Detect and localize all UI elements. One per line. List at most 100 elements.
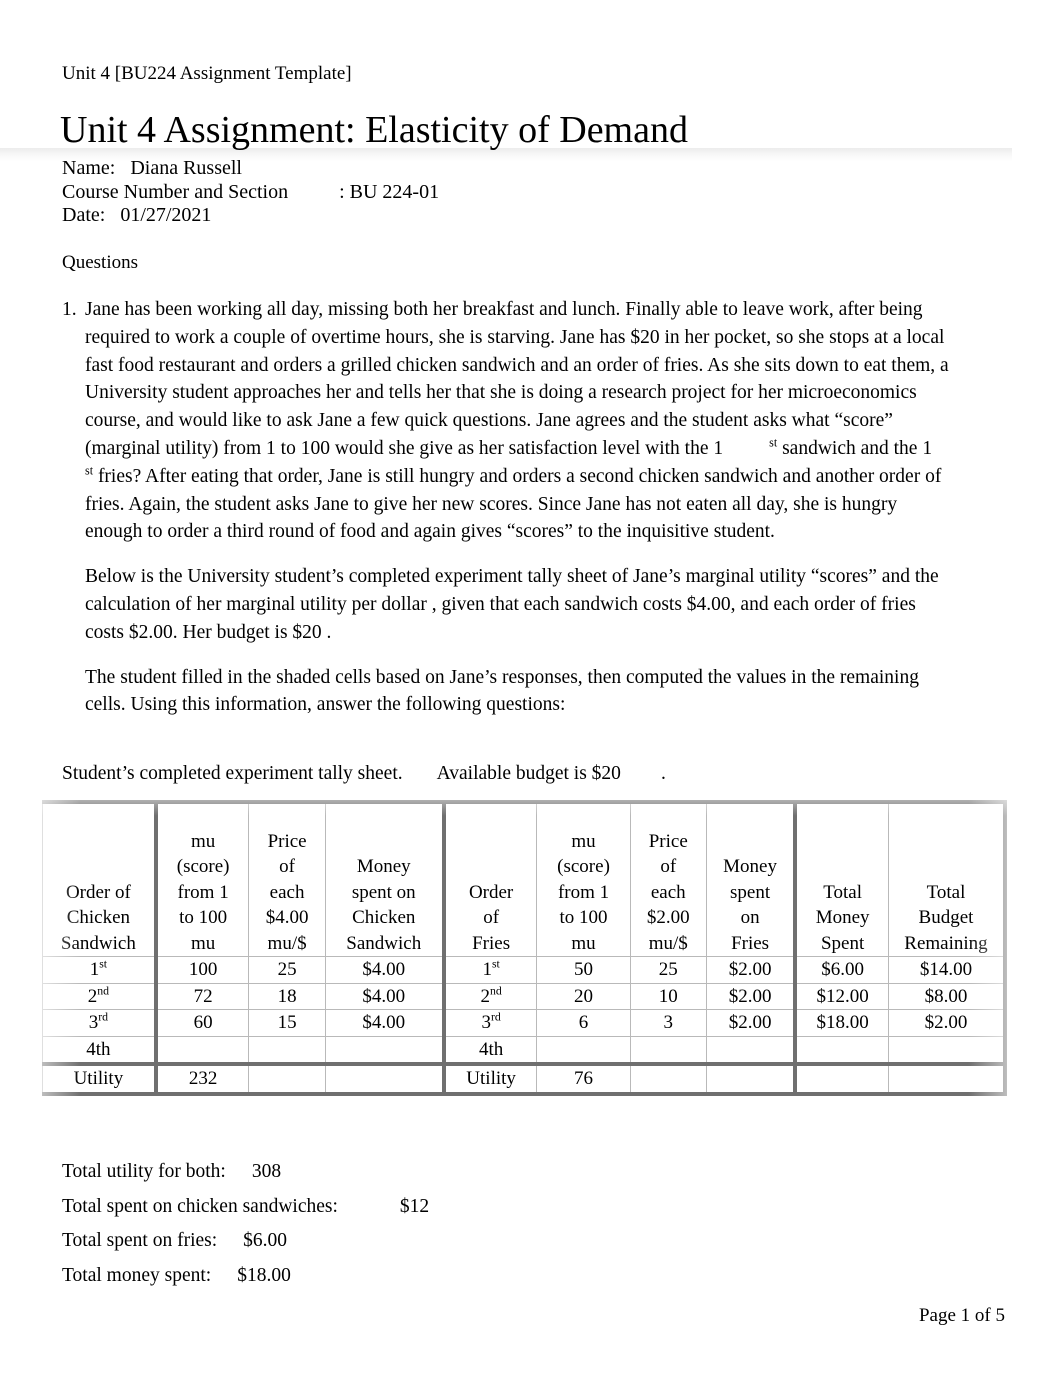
header-order-of-fries: Order of Fries (441, 800, 538, 957)
cell-utility-total-fries: 76 (536, 1062, 631, 1096)
page-title: Unit 4 Assignment: Elasticity of Demand (60, 109, 688, 151)
header-line: to 100 (559, 907, 608, 928)
totals-summary-block: Total utility for both: 308 Total spent o… (62, 1155, 429, 1293)
cell-mu-per-dollar-fries: 3 (629, 1009, 707, 1037)
header-line: Spent (820, 932, 865, 954)
document-page: Unit 4 [BU224 Assignment Template] Unit … (0, 0, 1062, 1377)
header-price-each-fries: Price of each $2.00 mu/$ (629, 800, 707, 957)
question-paragraph-1-part-a: Jane has been working all day, missing b… (85, 299, 949, 459)
header-line: spent on (351, 881, 416, 903)
cell-total-money-spent (793, 1035, 889, 1065)
header-mu-score-chicken: mu (score) from 1 to 100 mu (153, 800, 250, 957)
cell-money-spent-fries: $2.00 (705, 956, 796, 984)
cell-utility-total-chicken: 232 (153, 1062, 250, 1096)
order-ordinal-sup: nd (489, 984, 502, 998)
header-line: Total (926, 881, 966, 903)
header-line: Remaining (904, 932, 988, 954)
cell-order-chicken: 1st (41, 956, 157, 984)
cell-order-fries: 2nd (441, 982, 538, 1010)
date-label: Date: (62, 204, 106, 226)
header-line: Sandwich (60, 932, 136, 954)
header-line: spent (730, 881, 771, 903)
tally-sheet-caption: Student’s completed experiment tally she… (62, 763, 666, 785)
header-line: Order of (65, 881, 131, 903)
header-line: each (269, 881, 305, 903)
question-1-block: 1. Jane has been working all day, missin… (62, 296, 952, 736)
header-line: $2.00 (646, 907, 690, 928)
total-money-row: Total money spent: $18.00 (62, 1259, 429, 1294)
header-line: mu (190, 830, 216, 852)
header-line: Chicken (352, 907, 416, 928)
header-line: of (660, 856, 677, 877)
header-line: $4.00 (265, 907, 309, 928)
header-line: each (650, 881, 686, 903)
total-chicken-row: Total spent on chicken sandwiches: $12 (62, 1190, 429, 1225)
meta-course-row: Course Number and Section : BU 224-01 (62, 181, 439, 205)
cell-mu-per-dollar-chicken: 15 (248, 1009, 326, 1037)
table-utility-row: Utility 232 Utility 76 (41, 1062, 1007, 1096)
page-footer: Page 1 of 5 (918, 1305, 1005, 1326)
cell-money-spent-fries (705, 1035, 796, 1065)
meta-date-row: Date: 01/27/2021 (62, 204, 439, 228)
cell-utility-blank-6 (887, 1062, 1007, 1096)
order-ordinal-sup: st (99, 957, 108, 971)
order-value: 3 (481, 1012, 491, 1033)
cell-order-fries: 3rd (441, 1009, 538, 1037)
cell-order-chicken: 2nd (41, 982, 157, 1010)
header-line: (score) (557, 856, 610, 877)
header-line: Price (267, 830, 307, 852)
name-label: Name: (62, 157, 116, 179)
header-line: Chicken (66, 907, 131, 928)
cell-total-budget-remaining: $14.00 (887, 956, 1007, 984)
total-chicken-label: Total spent on chicken sandwiches: (62, 1195, 338, 1217)
header-line: Fries (731, 932, 770, 954)
header-line: Money (815, 907, 870, 928)
header-line: Total (823, 881, 863, 903)
header-price-each-chicken: Price of each $4.00 mu/$ (248, 800, 326, 957)
header-order-of-chicken-sandwich: Order of Chicken Sandwich (41, 800, 157, 957)
header-line: Money (723, 856, 777, 877)
cell-mu-per-dollar-chicken: 18 (248, 982, 326, 1010)
cell-total-money-spent: $12.00 (793, 982, 889, 1010)
course-value: : BU 224-01 (339, 180, 440, 203)
cell-utility-blank-1 (248, 1062, 326, 1096)
cell-mu-chicken: 72 (153, 982, 250, 1010)
cell-order-fries: 4th (441, 1035, 538, 1065)
cell-money-spent-chicken: $4.00 (324, 1009, 445, 1037)
cell-order-chicken: 4th (41, 1035, 157, 1065)
table-header-row: Order of Chicken Sandwich mu (score) fro… (41, 800, 1007, 957)
question-paragraph-1-part-c: fries? After eating that order, Jane is … (85, 465, 942, 543)
table-row: 3rd 60 15 $4.00 3rd 6 3 $2.00 $18.00 $2.… (41, 1009, 1007, 1037)
header-total-money-spent: Total Money Spent (793, 800, 889, 957)
order-ordinal-sup: rd (98, 1010, 109, 1024)
question-paragraph-1: Jane has been working all day, missing b… (85, 296, 952, 546)
cell-mu-per-dollar-fries: 10 (629, 982, 707, 1010)
table-row: 1st 100 25 $4.00 1st 50 25 $2.00 $6.00 $… (41, 956, 1007, 984)
cell-money-spent-fries: $2.00 (705, 982, 796, 1010)
cell-total-budget-remaining: $8.00 (887, 982, 1007, 1010)
cell-mu-fries: 20 (536, 982, 631, 1010)
header-line: Money (356, 856, 411, 877)
header-line: of (279, 856, 295, 877)
cell-mu-fries: 6 (536, 1009, 631, 1037)
header-line: to 100 (179, 907, 228, 928)
document-header-line: Unit 4 [BU224 Assignment Template] (62, 63, 352, 84)
cell-money-spent-chicken (324, 1035, 445, 1065)
total-utility-row: Total utility for both: 308 (62, 1155, 429, 1190)
table-row: 2nd 72 18 $4.00 2nd 20 10 $2.00 $12.00 $… (41, 982, 1007, 1010)
order-ordinal-sup: nd (97, 984, 110, 998)
order-ordinal-sup: st (491, 957, 500, 971)
cell-mu-chicken: 60 (153, 1009, 250, 1037)
header-line: Budget (918, 907, 974, 928)
question-paragraph-2: Below is the University student’s comple… (85, 566, 939, 643)
header-line: from 1 (177, 881, 229, 903)
cell-money-spent-chicken: $4.00 (324, 956, 445, 984)
cell-mu-per-dollar-fries: 25 (629, 956, 707, 984)
total-fries-row: Total spent on fries: $6.00 (62, 1224, 429, 1259)
header-line: mu (571, 932, 596, 954)
header-line: Order (468, 881, 514, 903)
total-utility-label: Total utility for both: (62, 1161, 226, 1182)
cell-total-money-spent: $18.00 (793, 1009, 889, 1037)
order-value: 2 (480, 985, 490, 1007)
order-ordinal-sup: rd (490, 1010, 501, 1024)
